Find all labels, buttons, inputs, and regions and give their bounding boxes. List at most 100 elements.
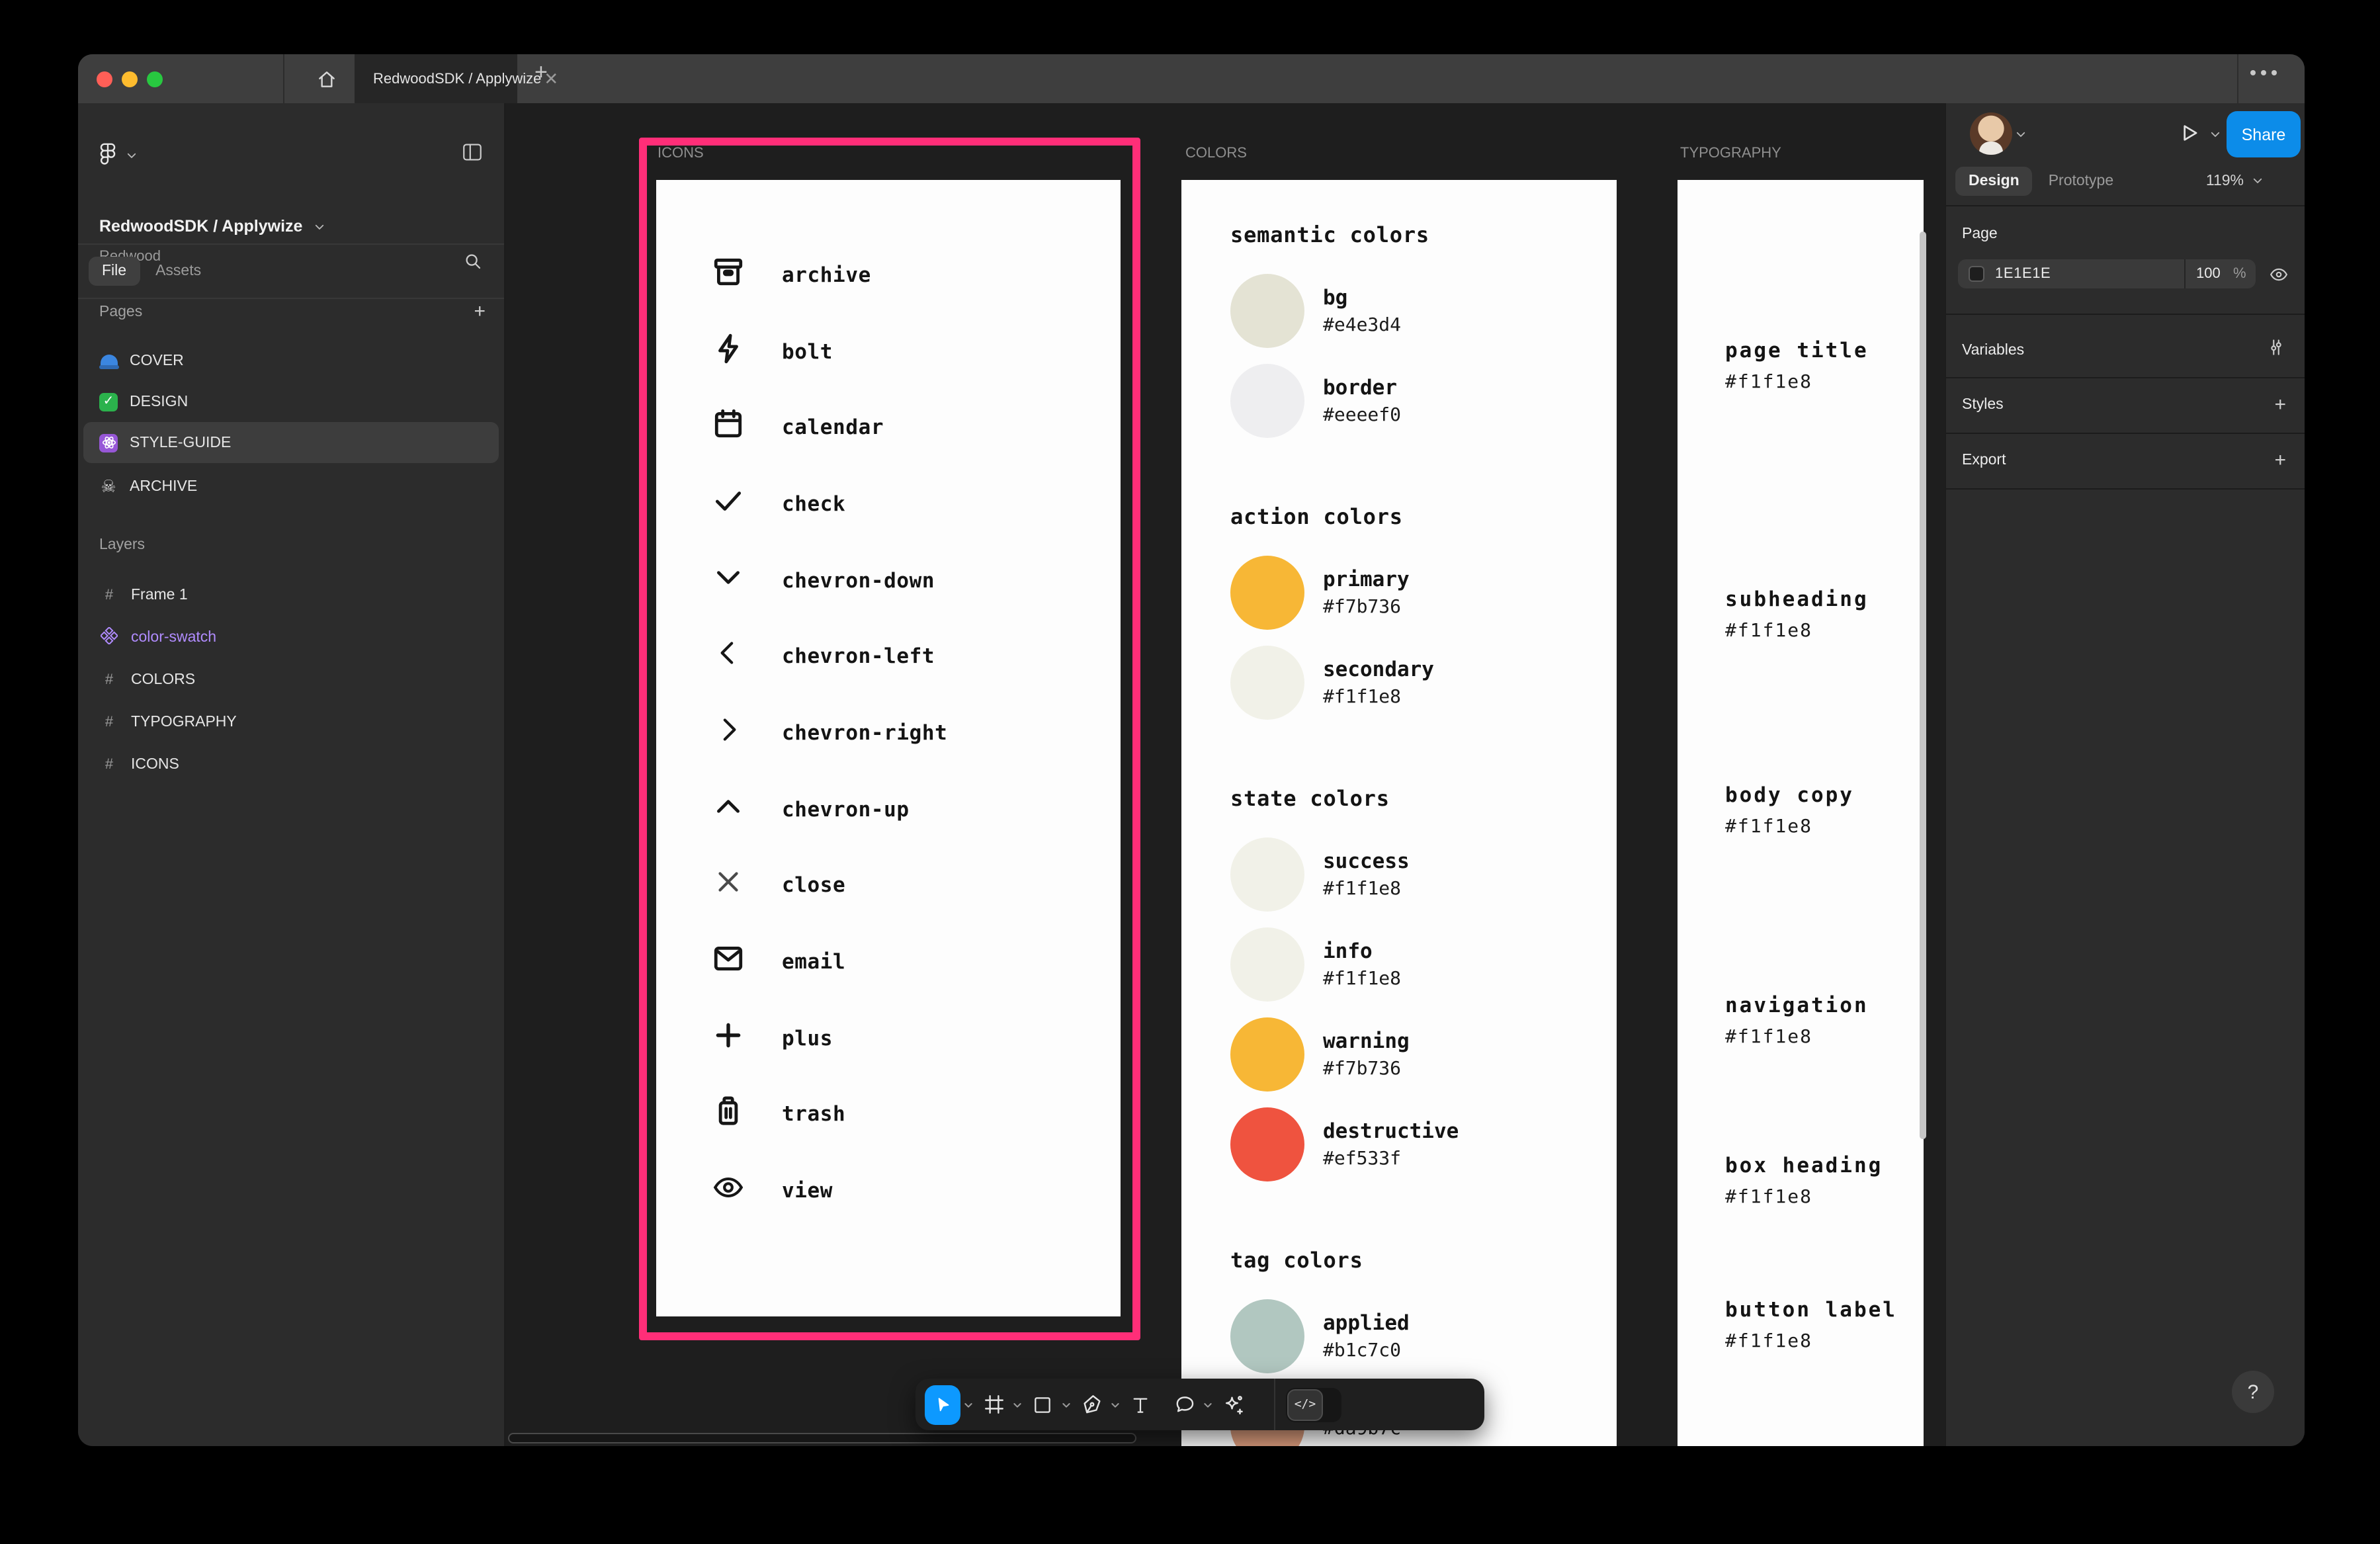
color-hex: #b1c7c0 [1323,1340,1410,1361]
chevron-down-icon[interactable] [2015,128,2027,140]
frame-title-colors[interactable]: COLORS [1185,146,1247,161]
color-name: warning [1323,1029,1410,1053]
page-color-swatch[interactable] [1969,266,1984,282]
component-icon [99,626,119,648]
icon-name: chevron-down [782,568,935,592]
comment-tool-button[interactable] [1168,1385,1200,1424]
chevron-down-icon[interactable] [2209,128,2221,140]
zoom-window-button[interactable] [147,71,163,87]
type-style-hex: #f1f1e8 [1725,1331,1897,1352]
typography-frame[interactable]: page title#f1f1e8subheading#f1f1e8body c… [1678,180,1924,1446]
icon-name: chevron-right [782,721,947,745]
figma-logo-icon[interactable] [99,143,116,167]
tab-strip: RedwoodSDK / Applywize ✕ + [78,54,2305,103]
atom-emoji-icon [99,433,118,452]
tab-assets[interactable]: Assets [155,263,201,279]
icon-row-calendar: calendar [656,390,1121,466]
type-style-hex: #f1f1e8 [1725,1187,1883,1208]
color-name: secondary [1323,658,1434,681]
file-name[interactable]: RedwoodSDK / Applywize [99,217,302,236]
color-name: applied [1323,1311,1410,1335]
color-swatch-row-border: border#eeeef0 [1230,364,1617,438]
shape-tool-button[interactable] [1027,1385,1058,1424]
layer-item-color-swatch[interactable]: color-swatch [83,617,499,658]
minimize-window-button[interactable] [122,71,138,87]
zoom-level[interactable]: 119% [2206,173,2264,189]
share-button[interactable]: Share [2227,111,2301,157]
chevron-down-icon[interactable] [1061,1399,1072,1410]
text-tool-button[interactable] [1125,1385,1156,1424]
present-play-icon[interactable] [2176,120,2201,146]
tab-design[interactable]: Design [1955,166,2033,195]
sidebar-page-cover[interactable]: COVER [83,340,499,381]
icon-row-plus: plus [656,1000,1121,1076]
type-style-page-title: page title#f1f1e8 [1725,339,1869,393]
chevron-down-icon[interactable] [1110,1399,1121,1410]
sidebar-page-archive[interactable]: ☠ARCHIVE [83,466,499,507]
color-swatch-circle [1230,556,1304,630]
tab-file[interactable]: File [89,257,140,286]
icon-row-bolt: bolt [656,313,1121,389]
close-window-button[interactable] [97,71,112,87]
colors-frame[interactable]: semantic colorsbg#e4e3d4border#eeeef0act… [1181,180,1617,1446]
sidebar-page-style-guide[interactable]: STYLE-GUIDE [83,422,499,463]
icon-row-chevron-down: chevron-down [656,542,1121,619]
horizontal-scrollbar[interactable] [508,1433,1136,1443]
sidebar-page-design[interactable]: ✓DESIGN [83,381,499,422]
window: RedwoodSDK / Applywize ✕ + RedwoodSDK / … [78,54,2305,1446]
icon-row-trash: trash [656,1076,1121,1152]
new-tab-button[interactable]: + [534,60,548,86]
shape-tool-icon [1032,1394,1053,1415]
file-tab[interactable]: RedwoodSDK / Applywize ✕ [355,54,517,103]
icons-frame[interactable]: archiveboltcalendarcheckchevron-downchev… [656,180,1121,1316]
search-button[interactable] [463,251,483,278]
pen-tool-icon [1080,1393,1103,1416]
frame-icon: # [99,587,119,603]
home-button[interactable] [306,62,348,95]
move-tool-button[interactable] [925,1385,960,1424]
chevron-down-icon[interactable] [963,1399,974,1410]
frame-title-typography[interactable]: TYPOGRAPHY [1680,146,1781,161]
actions-tool-button[interactable] [1217,1385,1249,1424]
styles-section[interactable]: Styles + [1946,377,2305,433]
chevron-down-icon[interactable] [1203,1399,1213,1410]
canvas[interactable]: ICONS archiveboltcalendarcheckchevron-do… [505,103,1945,1446]
chevron-down-icon[interactable] [313,220,325,232]
variables-section[interactable]: Variables [1946,323,2305,378]
divider [78,298,504,299]
tab-prototype[interactable]: Prototype [2049,173,2113,189]
icon-name: calendar [782,415,884,439]
toggle-panels-button[interactable] [462,143,483,168]
chevron-down-icon[interactable] [1012,1399,1023,1410]
pen-tool-button[interactable] [1076,1385,1107,1424]
calendar-icon [712,407,745,447]
divider [1946,205,2305,206]
page-label: DESIGN [130,394,188,409]
icon-name: trash [782,1103,845,1127]
color-section-heading: state colors [1230,786,1617,811]
dev-mode-toggle[interactable]: </> [1286,1387,1341,1422]
export-section[interactable]: Export + [1946,433,2305,488]
layer-item-frame-1[interactable]: #Frame 1 [83,574,499,615]
page-color-input[interactable]: 1E1E1E 100 % [1958,259,2256,288]
avatar[interactable] [1970,112,2012,155]
add-export-button[interactable]: + [2274,449,2286,472]
eye-icon[interactable] [2269,265,2289,284]
chevron-down-icon[interactable] [126,149,138,161]
layer-item-icons[interactable]: #ICONS [83,744,499,785]
sliders-icon[interactable] [2266,337,2286,357]
add-style-button[interactable]: + [2274,394,2286,416]
layer-item-typography[interactable]: #TYPOGRAPHY [83,701,499,742]
frame-tool-button[interactable] [978,1385,1009,1424]
canvas-toolbar: </> [915,1379,1484,1430]
vertical-scrollbar[interactable] [1920,232,1926,1139]
type-style-subheading: subheading#f1f1e8 [1725,587,1869,642]
layer-item-colors[interactable]: #COLORS [83,659,499,700]
text-tool-icon [1130,1394,1151,1415]
page-opacity-value[interactable]: 100 [2196,266,2221,282]
add-page-button[interactable]: + [474,300,486,323]
color-section: state colorssuccess#f1f1e8info#f1f1e8war… [1230,786,1617,1181]
page-color-value[interactable]: 1E1E1E [1995,266,2051,282]
more-menu-button[interactable] [2250,70,2277,75]
help-button[interactable]: ? [2232,1371,2274,1413]
